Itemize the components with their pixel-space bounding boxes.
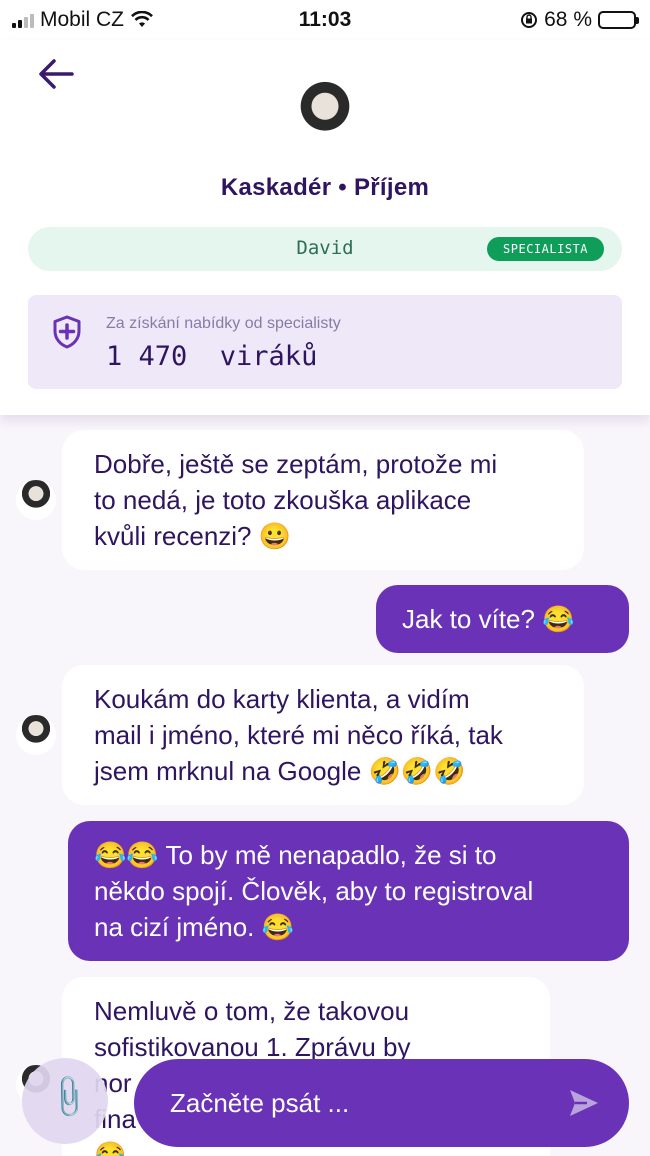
orientation-lock-icon	[521, 12, 538, 28]
message-incoming: Dobře, ještě se zeptám, protože mi to ne…	[62, 430, 584, 570]
battery-icon	[598, 11, 639, 29]
chat-header: Kaskadér • Příjem David SPECIALISTA Za z…	[0, 40, 650, 415]
avatar	[16, 480, 56, 520]
battery-percent: 68 %	[544, 8, 592, 31]
specialist-avatar	[290, 80, 360, 155]
message-composer	[134, 1059, 629, 1147]
page-title: Kaskadér • Příjem	[220, 174, 430, 201]
send-button[interactable]	[567, 1086, 601, 1120]
back-button[interactable]	[36, 54, 84, 94]
message-outgoing: 😂😂 To by mě nenapadlo, že si to někdo sp…	[68, 821, 629, 961]
chat-thread[interactable]: Dobře, ještě se zeptám, protože mi to ne…	[0, 415, 650, 1156]
shield-plus-icon	[53, 315, 81, 349]
arrow-left-icon	[39, 59, 74, 89]
avatar	[16, 715, 56, 755]
specialist-pill: David SPECIALISTA	[28, 227, 622, 271]
reward-card: Za získání nabídky od specialisty 1 470 …	[28, 295, 622, 389]
status-right: 68 %	[520, 8, 639, 32]
paperclip-icon: 📎	[43, 1072, 94, 1123]
reward-amount: 1 470 viráků	[106, 341, 318, 372]
message-incoming: Koukám do karty klienta, a vidím mail i …	[62, 665, 584, 805]
status-bar: Mobil CZ 11:03 68 %	[0, 0, 650, 40]
specialist-badge: SPECIALISTA	[487, 237, 604, 261]
message-input[interactable]	[170, 1079, 530, 1127]
reward-caption: Za získání nabídky od specialisty	[106, 315, 341, 332]
message-outgoing: Jak to víte? 😂	[376, 585, 629, 653]
attach-button[interactable]: 📎	[22, 1058, 108, 1144]
